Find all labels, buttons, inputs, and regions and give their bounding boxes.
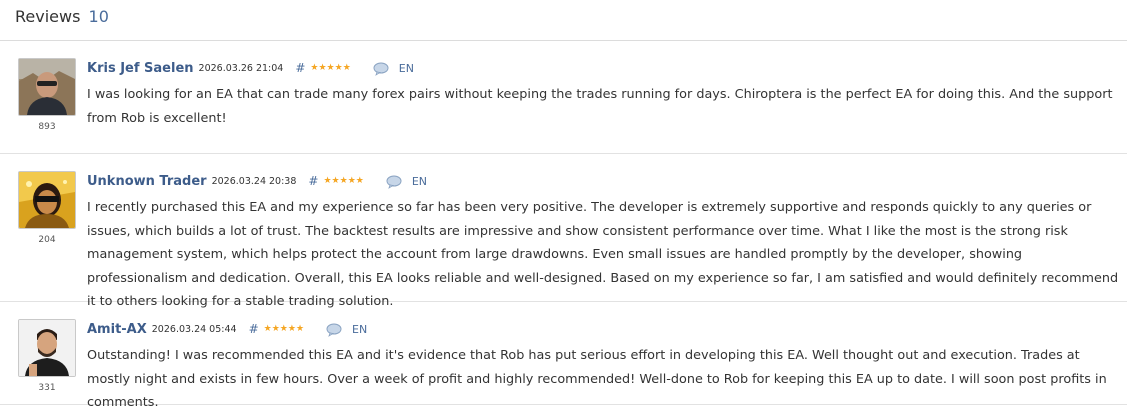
star-icon: ★ xyxy=(331,175,340,186)
star-icon: ★ xyxy=(318,62,327,73)
star-icon: ★ xyxy=(339,175,348,186)
avatar[interactable] xyxy=(18,171,76,229)
star-icon: ★ xyxy=(323,175,332,186)
review-item: 893 Kris Jef Saelen 2026.03.26 21:04 # ★… xyxy=(0,41,1127,154)
star-icon: ★ xyxy=(295,323,305,334)
review-item: 204 Unknown Trader 2026.03.24 20:38 # ★ ★… xyxy=(0,154,1127,309)
star-icon: ★ xyxy=(279,323,288,334)
review-text: I recently purchased this EA and my expe… xyxy=(87,200,1119,309)
star-icon: ★ xyxy=(310,62,319,73)
review-meta: Kris Jef Saelen 2026.03.26 21:04 # ★ ★ ★ ★ ★… xyxy=(87,59,414,77)
permalink[interactable]: # xyxy=(308,174,318,188)
permalink[interactable]: # xyxy=(295,61,305,75)
review-date: 2026.03.24 05:44 xyxy=(151,323,237,335)
speech-bubble-icon[interactable] xyxy=(386,174,402,189)
review-meta: Amit-AX 2026.03.24 05:44 # ★ ★ ★ ★ ★ EN xyxy=(87,320,367,338)
reviews-header: Reviews 10 xyxy=(0,0,1127,41)
star-rating: ★ ★ ★ ★ ★ xyxy=(323,175,364,186)
reviews-count: 10 xyxy=(88,7,109,26)
review-text: Outstanding! I was recommended this EA a… xyxy=(87,348,1107,410)
language-link[interactable]: EN xyxy=(352,323,367,336)
star-icon: ★ xyxy=(263,323,272,334)
star-icon: ★ xyxy=(326,62,335,73)
language-link[interactable]: EN xyxy=(399,62,414,75)
speech-bubble-icon[interactable] xyxy=(326,322,342,337)
avatar[interactable] xyxy=(18,58,76,116)
permalink[interactable]: # xyxy=(249,322,259,336)
review-date: 2026.03.26 21:04 xyxy=(198,62,284,74)
star-icon: ★ xyxy=(271,323,280,334)
speech-bubble-icon[interactable] xyxy=(373,61,389,76)
star-icon: ★ xyxy=(347,175,356,186)
user-rating-points: 204 xyxy=(38,235,56,245)
review-meta: Unknown Trader 2026.03.24 20:38 # ★ ★ ★ ★ ★ … xyxy=(87,172,427,190)
user-rating-points: 893 xyxy=(38,122,56,132)
reviews-title: Reviews xyxy=(15,7,81,26)
star-icon: ★ xyxy=(287,323,296,334)
author-link[interactable]: Kris Jef Saelen xyxy=(87,61,194,76)
star-icon: ★ xyxy=(342,62,351,73)
avatar[interactable] xyxy=(18,319,76,377)
author-link[interactable]: Amit-AX xyxy=(87,322,147,337)
review-text: I was looking for an EA that can trade m… xyxy=(87,87,1113,126)
star-icon: ★ xyxy=(334,62,343,73)
star-rating: ★ ★ ★ ★ ★ xyxy=(310,62,351,73)
author-link[interactable]: Unknown Trader xyxy=(87,174,207,189)
language-link[interactable]: EN xyxy=(412,175,427,188)
star-icon: ★ xyxy=(355,175,364,186)
user-rating-points: 331 xyxy=(38,383,56,393)
review-item: 331 Amit-AX 2026.03.24 05:44 # ★ ★ ★ ★ ★ EN … xyxy=(0,302,1127,410)
review-date: 2026.03.24 20:38 xyxy=(211,175,297,187)
star-rating: ★ ★ ★ ★ ★ xyxy=(263,323,305,334)
